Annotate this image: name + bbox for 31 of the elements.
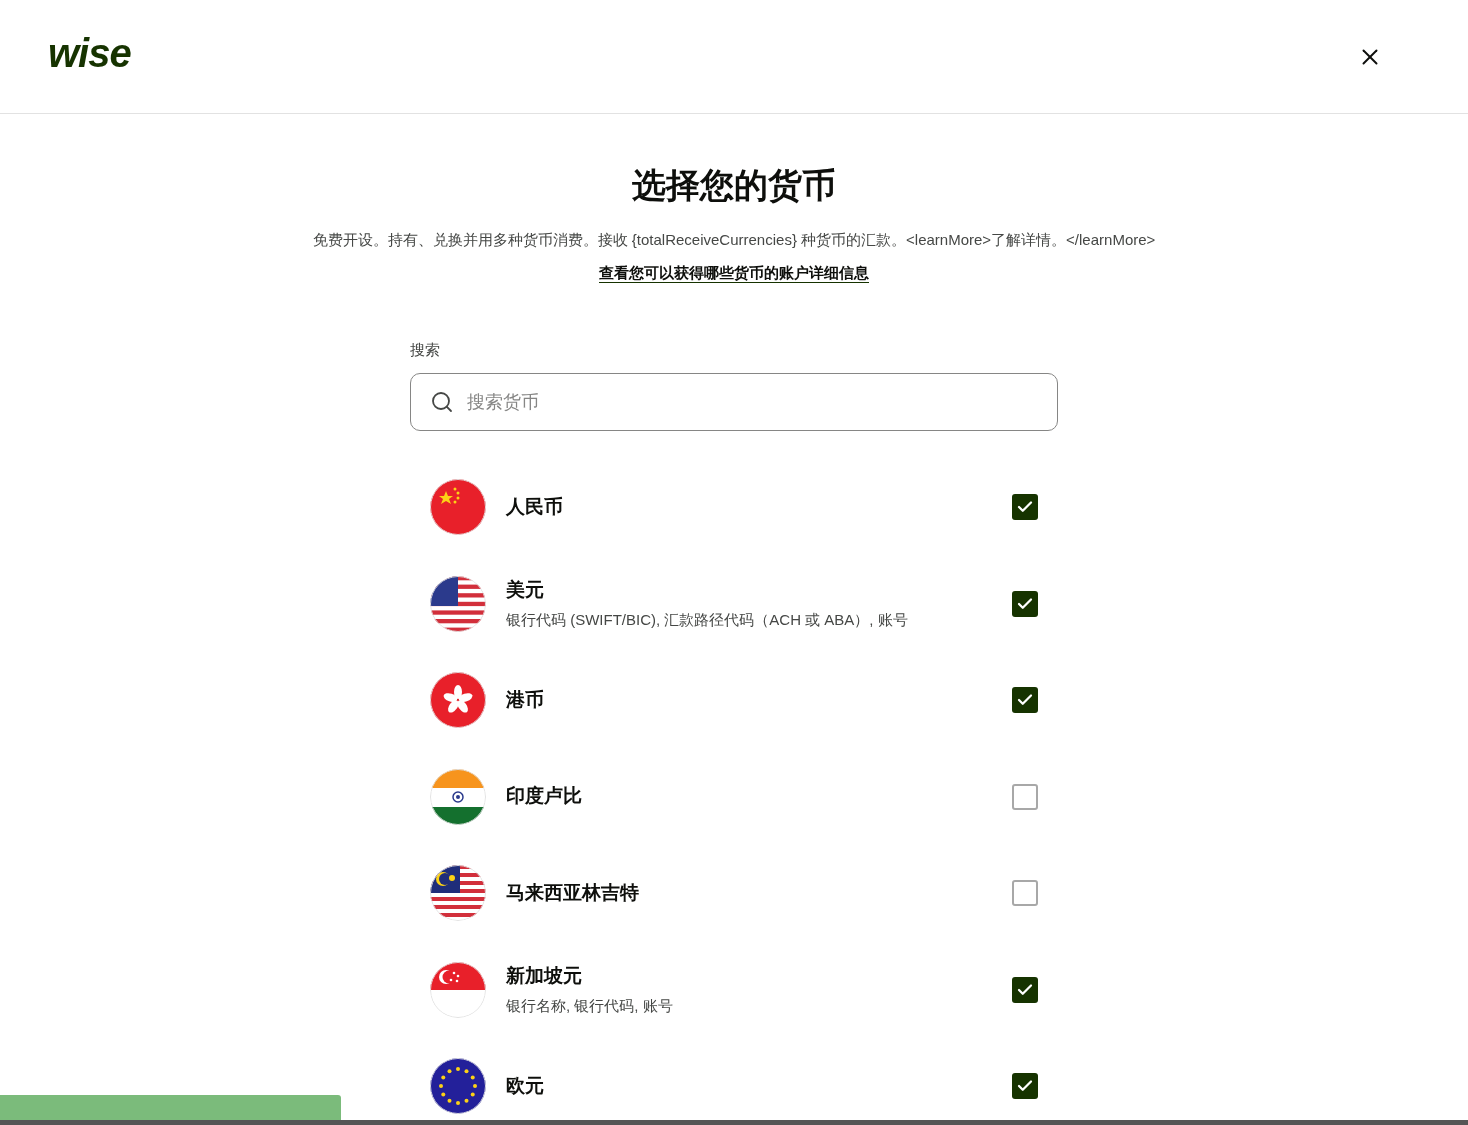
currency-details: 银行名称, 银行代码, 账号 <box>506 995 673 1016</box>
currency-details: 银行代码 (SWIFT/BIC), 汇款路径代码（ACH 或 ABA）, 账号 <box>506 609 908 630</box>
flag-icon <box>430 575 486 632</box>
checkbox[interactable] <box>1012 880 1038 906</box>
currency-name: 新加坡元 <box>506 964 583 988</box>
wise-logo[interactable]: wise <box>48 32 131 73</box>
currency-name: 人民币 <box>506 494 563 519</box>
search-field[interactable]: 搜索货币 <box>410 373 1058 431</box>
flag-icon <box>430 1058 486 1114</box>
flag-icon <box>430 672 486 728</box>
flag-icon <box>430 865 486 921</box>
scrollbar[interactable] <box>0 1120 1468 1125</box>
checkbox[interactable] <box>1012 783 1038 810</box>
flag-icon <box>430 479 486 535</box>
checkbox[interactable] <box>1012 1073 1038 1099</box>
checkbox[interactable] <box>1012 590 1038 617</box>
currency-name: 马来西亚林吉特 <box>506 880 639 905</box>
currency-name: 美元 <box>506 578 545 602</box>
search-icon <box>430 390 454 414</box>
search-label: 搜索 <box>410 339 441 360</box>
checkbox[interactable] <box>1012 976 1038 1003</box>
currency-name: 欧元 <box>506 1073 544 1098</box>
checkbox[interactable] <box>1012 494 1038 520</box>
flag-icon <box>430 768 486 825</box>
currency-name: 港币 <box>506 687 544 712</box>
description: 免费开设。持有、兑换并用多种货币消费。接收 {totalReceiveCurrencies} 种货币的汇款。<learnMore>了解详情。</learnMore> <box>311 230 1157 250</box>
account-details-link[interactable]: 查看您可以获得哪些货币的账户详细信息 <box>599 262 869 285</box>
currency-name: 印度卢比 <box>506 784 582 809</box>
checkbox[interactable] <box>1012 687 1038 713</box>
page-title: 选择您的货币 <box>632 165 836 206</box>
flag-icon <box>430 961 486 1018</box>
